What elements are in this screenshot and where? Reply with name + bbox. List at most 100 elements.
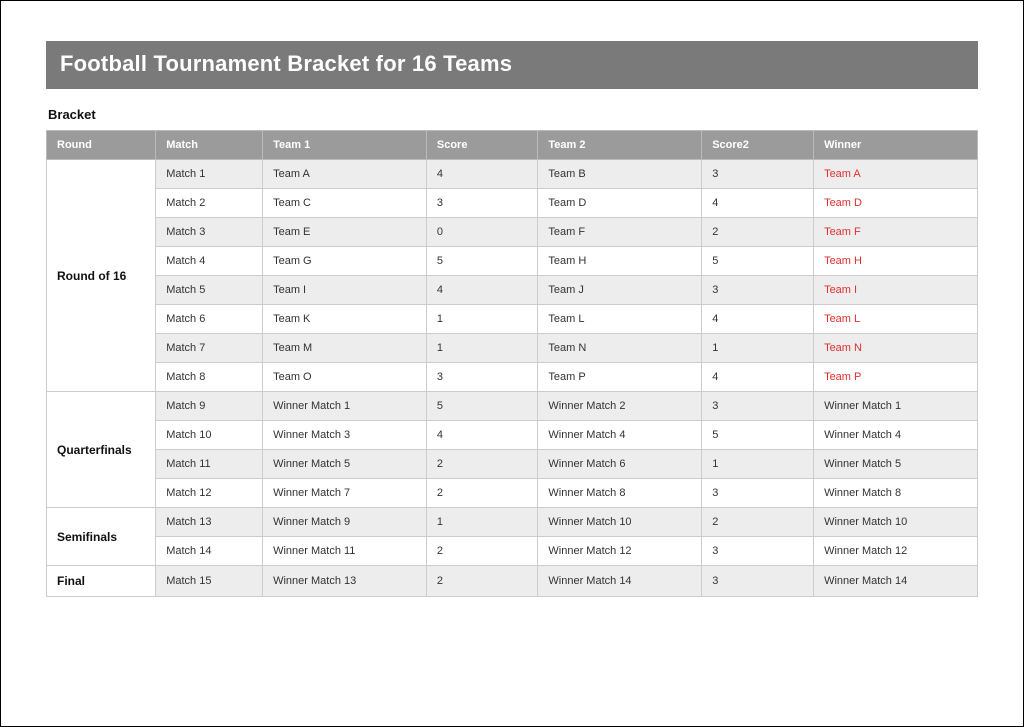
match-cell: Match 11: [156, 450, 263, 479]
match-cell: Match 5: [156, 276, 263, 305]
col-header-match: Match: [156, 131, 263, 160]
round-cell: Quarterfinals: [47, 392, 156, 508]
score2-cell: 2: [702, 508, 814, 537]
score1-cell: 4: [426, 160, 538, 189]
score2-cell: 3: [702, 537, 814, 566]
team1-cell: Winner Match 1: [263, 392, 427, 421]
winner-cell: Team D: [814, 189, 978, 218]
team2-cell: Team N: [538, 334, 702, 363]
winner-cell: Team A: [814, 160, 978, 189]
table-row: Match 11Winner Match 52Winner Match 61Wi…: [47, 450, 978, 479]
team2-cell: Winner Match 4: [538, 421, 702, 450]
match-cell: Match 7: [156, 334, 263, 363]
score2-cell: 4: [702, 363, 814, 392]
table-row: Match 3Team E0Team F2Team F: [47, 218, 978, 247]
match-cell: Match 8: [156, 363, 263, 392]
score2-cell: 3: [702, 392, 814, 421]
winner-cell: Winner Match 4: [814, 421, 978, 450]
winner-cell: Winner Match 5: [814, 450, 978, 479]
winner-cell: Winner Match 10: [814, 508, 978, 537]
score1-cell: 1: [426, 305, 538, 334]
match-cell: Match 10: [156, 421, 263, 450]
match-cell: Match 15: [156, 566, 263, 597]
team2-cell: Team D: [538, 189, 702, 218]
section-label-bracket: Bracket: [48, 107, 978, 122]
score1-cell: 5: [426, 392, 538, 421]
team1-cell: Team A: [263, 160, 427, 189]
team1-cell: Winner Match 3: [263, 421, 427, 450]
match-cell: Match 4: [156, 247, 263, 276]
match-cell: Match 14: [156, 537, 263, 566]
match-cell: Match 12: [156, 479, 263, 508]
col-header-score2: Score2: [702, 131, 814, 160]
winner-cell: Winner Match 1: [814, 392, 978, 421]
winner-cell: Team P: [814, 363, 978, 392]
winner-cell: Winner Match 8: [814, 479, 978, 508]
team1-cell: Winner Match 13: [263, 566, 427, 597]
score2-cell: 1: [702, 334, 814, 363]
score1-cell: 5: [426, 247, 538, 276]
winner-cell: Team N: [814, 334, 978, 363]
score1-cell: 2: [426, 479, 538, 508]
table-row: Match 4Team G5Team H5Team H: [47, 247, 978, 276]
match-cell: Match 1: [156, 160, 263, 189]
score2-cell: 1: [702, 450, 814, 479]
col-header-round: Round: [47, 131, 156, 160]
winner-cell: Winner Match 14: [814, 566, 978, 597]
team1-cell: Team I: [263, 276, 427, 305]
team2-cell: Team B: [538, 160, 702, 189]
team2-cell: Winner Match 6: [538, 450, 702, 479]
score1-cell: 0: [426, 218, 538, 247]
page-title: Football Tournament Bracket for 16 Teams: [46, 41, 978, 89]
team1-cell: Team M: [263, 334, 427, 363]
team2-cell: Winner Match 8: [538, 479, 702, 508]
team1-cell: Winner Match 11: [263, 537, 427, 566]
bracket-table: Round Match Team 1 Score Team 2 Score2 W…: [46, 130, 978, 597]
col-header-team1: Team 1: [263, 131, 427, 160]
table-row: Match 2Team C3Team D4Team D: [47, 189, 978, 218]
table-row: Round of 16Match 1Team A4Team B3Team A: [47, 160, 978, 189]
score2-cell: 3: [702, 276, 814, 305]
score1-cell: 4: [426, 276, 538, 305]
team1-cell: Team G: [263, 247, 427, 276]
team1-cell: Team E: [263, 218, 427, 247]
match-cell: Match 9: [156, 392, 263, 421]
team1-cell: Winner Match 9: [263, 508, 427, 537]
winner-cell: Team L: [814, 305, 978, 334]
table-row: QuarterfinalsMatch 9Winner Match 15Winne…: [47, 392, 978, 421]
team1-cell: Team K: [263, 305, 427, 334]
score2-cell: 3: [702, 566, 814, 597]
round-cell: Round of 16: [47, 160, 156, 392]
table-row: Match 12Winner Match 72Winner Match 83Wi…: [47, 479, 978, 508]
match-cell: Match 3: [156, 218, 263, 247]
document-frame: Football Tournament Bracket for 16 Teams…: [0, 0, 1024, 727]
winner-cell: Team H: [814, 247, 978, 276]
round-cell: Semifinals: [47, 508, 156, 566]
table-row: FinalMatch 15Winner Match 132 Winner Matc…: [47, 566, 978, 597]
score2-cell: 4: [702, 189, 814, 218]
col-header-team2: Team 2: [538, 131, 702, 160]
round-cell: Final: [47, 566, 156, 597]
winner-cell: Team F: [814, 218, 978, 247]
team2-cell: Team L: [538, 305, 702, 334]
score2-cell: 2: [702, 218, 814, 247]
score1-cell: 4: [426, 421, 538, 450]
team2-cell: Team J: [538, 276, 702, 305]
col-header-winner: Winner: [814, 131, 978, 160]
score2-cell: 3: [702, 160, 814, 189]
score2-cell: 5: [702, 247, 814, 276]
score1-cell: 3: [426, 189, 538, 218]
score2-cell: 3: [702, 479, 814, 508]
winner-cell: Team I: [814, 276, 978, 305]
table-header-row: Round Match Team 1 Score Team 2 Score2 W…: [47, 131, 978, 160]
table-row: Match 6Team K1Team L4Team L: [47, 305, 978, 334]
table-row: Match 7Team M1Team N1Team N: [47, 334, 978, 363]
match-cell: Match 13: [156, 508, 263, 537]
team1-cell: Team C: [263, 189, 427, 218]
table-row: Match 14Winner Match 112Winner Match 123…: [47, 537, 978, 566]
match-cell: Match 6: [156, 305, 263, 334]
team1-cell: Winner Match 7: [263, 479, 427, 508]
table-row: Match 10Winner Match 34Winner Match 45Wi…: [47, 421, 978, 450]
col-header-score: Score: [426, 131, 538, 160]
score1-cell: 2: [426, 566, 538, 597]
